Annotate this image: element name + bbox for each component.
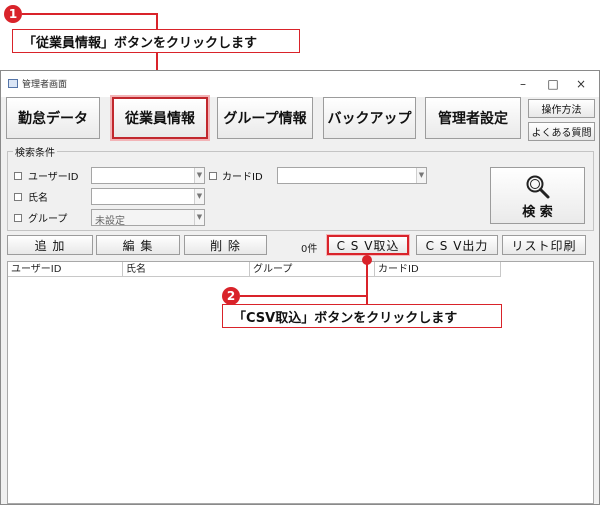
column-header-group[interactable]: グループ [250, 262, 375, 277]
callout-1-line [22, 13, 158, 15]
group-label: グループ [28, 214, 68, 225]
window-title: 管理者画面 [22, 80, 68, 90]
faq-button[interactable]: よくある質問 [528, 122, 595, 141]
group-checkbox[interactable] [14, 214, 22, 222]
close-button[interactable]: × [567, 74, 595, 94]
edit-button[interactable]: 編 集 [96, 235, 180, 255]
csv-export-button[interactable]: C S V出力 [416, 235, 498, 255]
callout-2-line [240, 295, 368, 297]
window-icon [8, 79, 18, 88]
callout-1-box: 「従業員情報」ボタンをクリックします [12, 29, 300, 53]
employee-info-button[interactable]: 従業員情報 [112, 97, 208, 139]
callout-1-text: 「従業員情報」ボタンをクリックします [23, 35, 258, 51]
card-id-checkbox[interactable] [209, 172, 217, 180]
step-1-badge: 1 [4, 5, 22, 23]
column-header-user-id[interactable]: ユーザーID [8, 262, 123, 277]
backup-button[interactable]: バックアップ [323, 97, 416, 139]
column-header-card-id[interactable]: カードID [375, 262, 501, 277]
csv-import-button[interactable]: C S V取込 [327, 235, 409, 255]
record-count: 0件 [301, 244, 318, 255]
add-button[interactable]: 追 加 [7, 235, 93, 255]
group-combo-value: 未設定 [95, 216, 125, 227]
user-id-checkbox[interactable] [14, 172, 22, 180]
group-combo[interactable]: 未設定 ▼ [91, 209, 205, 227]
chevron-down-icon: ▼ [194, 210, 204, 225]
card-id-label: カードID [222, 172, 263, 183]
employee-table[interactable]: ユーザーID 氏名 グループ カードID [7, 261, 594, 504]
maximize-button[interactable]: □ [539, 74, 567, 94]
callout-2-pointer [366, 262, 368, 308]
name-checkbox[interactable] [14, 193, 22, 201]
chevron-down-icon: ▼ [416, 168, 426, 183]
print-list-button[interactable]: リスト印刷 [502, 235, 586, 255]
callout-2-text: 「CSV取込」ボタンをクリックします [233, 310, 458, 326]
delete-button[interactable]: 削 除 [184, 235, 267, 255]
callout-2-box: 「CSV取込」ボタンをクリックします [222, 304, 502, 328]
minimize-button[interactable]: – [509, 74, 537, 94]
group-info-button[interactable]: グループ情報 [217, 97, 313, 139]
magnifier-icon [526, 175, 550, 199]
admin-settings-button[interactable]: 管理者設定 [425, 97, 521, 139]
name-label: 氏名 [28, 193, 48, 204]
card-id-combo[interactable]: ▼ [277, 167, 427, 184]
search-button[interactable]: 検 索 [490, 167, 585, 224]
name-combo[interactable]: ▼ [91, 188, 205, 205]
admin-window: 管理者画面 – □ × 勤怠データ 従業員情報 グループ情報 バックアップ 管理… [0, 70, 600, 505]
step-2-badge: 2 [222, 287, 240, 305]
user-id-combo[interactable]: ▼ [91, 167, 205, 184]
title-bar: 管理者画面 – □ × [1, 71, 599, 97]
attendance-data-button[interactable]: 勤怠データ [6, 97, 100, 139]
chevron-down-icon: ▼ [194, 168, 204, 183]
search-conditions-legend: 検索条件 [13, 144, 57, 159]
chevron-down-icon: ▼ [194, 189, 204, 204]
search-button-label: 検 索 [522, 205, 553, 220]
user-id-label: ユーザーID [28, 172, 79, 183]
column-header-name[interactable]: 氏名 [123, 262, 250, 277]
manual-button[interactable]: 操作方法 [528, 99, 595, 118]
